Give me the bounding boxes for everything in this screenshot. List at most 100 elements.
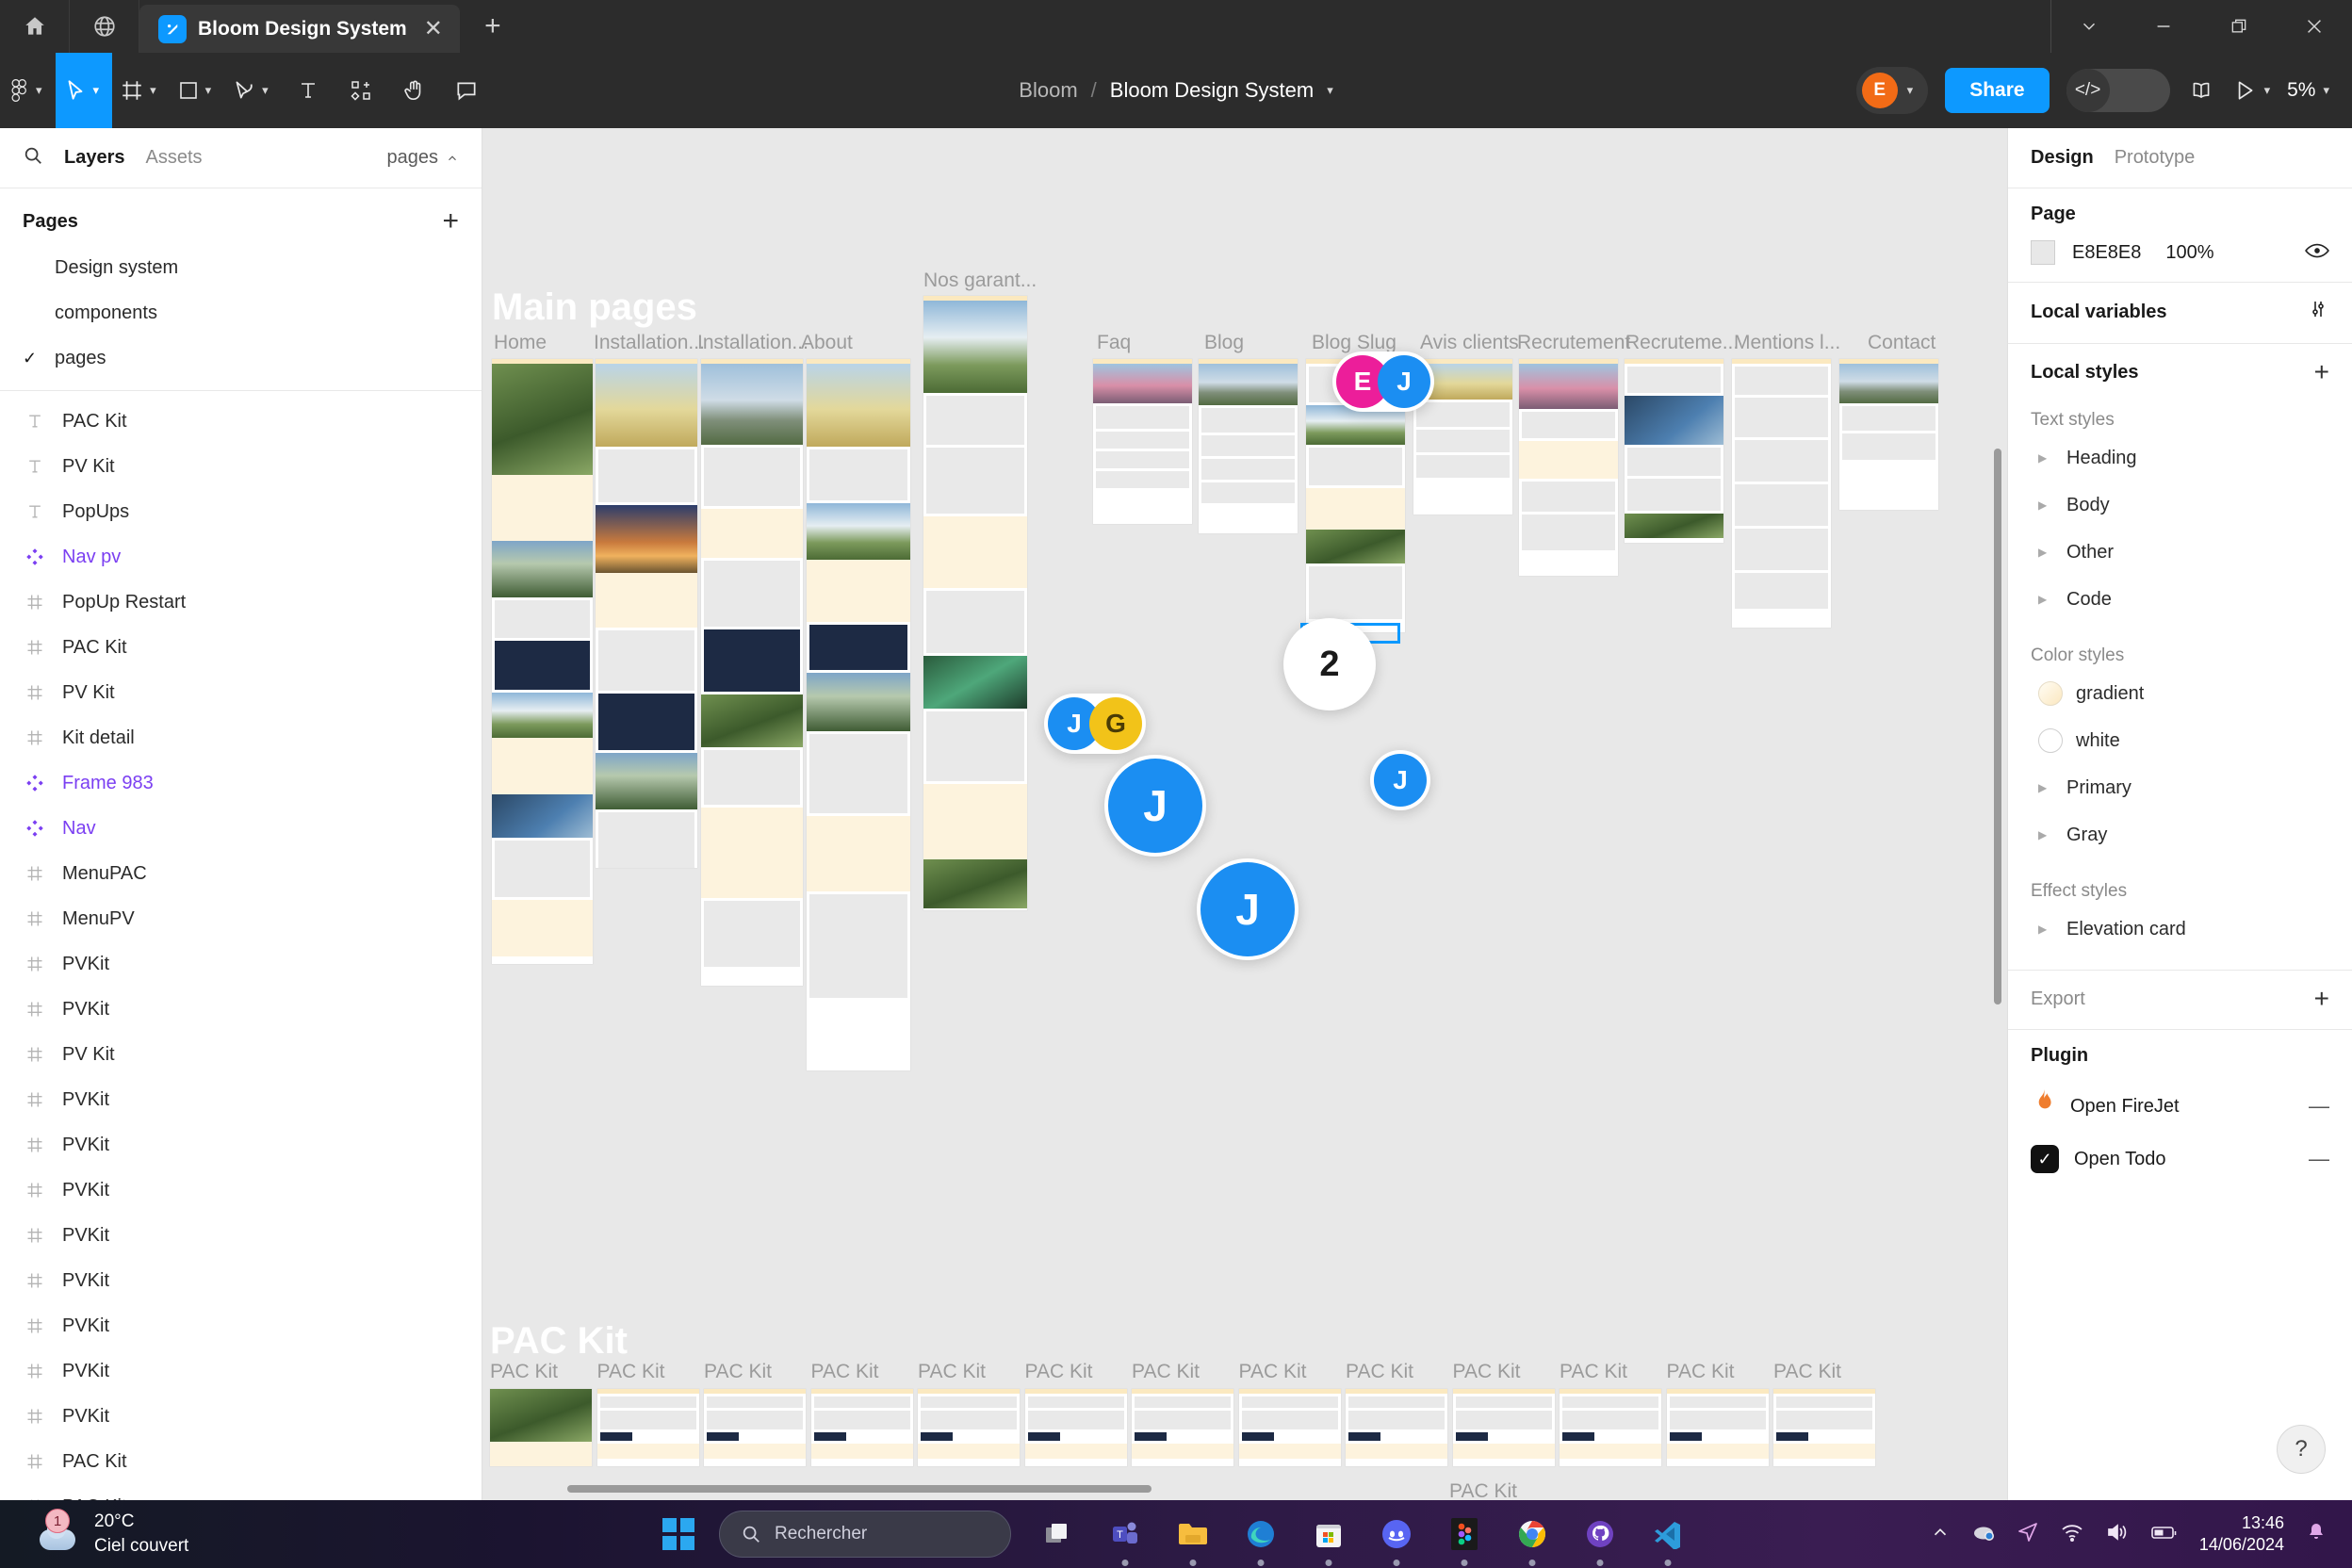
taskbar-clock[interactable]: 13:46 14/06/2024 [2199, 1512, 2284, 1557]
frame-label-pac-kit[interactable]: PAC Kit [1346, 1361, 1413, 1383]
layer-row[interactable]: PVKit [0, 1168, 482, 1213]
location-icon[interactable] [2017, 1521, 2039, 1548]
frame-label-recrutement-2[interactable]: Recruteme... [1625, 332, 1739, 354]
frame-thumbnail-pac-kit[interactable] [1024, 1389, 1127, 1466]
pen-tool[interactable]: ▾ [224, 53, 282, 128]
frame-thumbnail-nos-garanties[interactable] [923, 296, 1027, 910]
chevron-right-icon[interactable]: ▶ [2038, 546, 2053, 559]
horizontal-scrollbar[interactable] [567, 1485, 1152, 1493]
frame-thumbnail-faq[interactable] [1093, 359, 1192, 524]
frame-label-pac-extra-1[interactable]: PAC Kit [1449, 1480, 1517, 1500]
layer-row[interactable]: MenuPAC [0, 851, 482, 896]
maximize-icon[interactable] [2201, 0, 2277, 53]
task-view-icon[interactable] [1036, 1512, 1079, 1556]
onedrive-icon[interactable] [1971, 1522, 1996, 1547]
layer-row[interactable]: PVKit [0, 1077, 482, 1122]
chrome-icon[interactable] [1511, 1512, 1554, 1566]
layer-row[interactable]: PVKit [0, 941, 482, 987]
frame-thumbnail-about[interactable] [807, 359, 910, 1070]
frame-thumbnail-contact[interactable] [1839, 359, 1938, 510]
text-style-row[interactable]: ▶ Code [2031, 576, 2329, 623]
layer-row[interactable]: PVKit [0, 1303, 482, 1348]
start-button[interactable] [662, 1518, 694, 1550]
frame-label-pac-kit[interactable]: PAC Kit [1453, 1361, 1521, 1383]
section-title-pac-kit[interactable]: PAC Kit [490, 1320, 628, 1363]
layer-row[interactable]: Nav pv [0, 534, 482, 580]
add-style-button[interactable]: + [2314, 359, 2329, 385]
chevron-down-icon[interactable]: ▾ [1327, 83, 1333, 98]
explorer-icon[interactable] [1171, 1512, 1215, 1566]
move-tool[interactable]: ▾ [55, 53, 113, 128]
color-swatch[interactable] [2031, 240, 2055, 265]
add-export-button[interactable]: + [2314, 986, 2329, 1012]
color-swatch-white[interactable] [2038, 728, 2063, 753]
text-tool[interactable] [282, 53, 335, 128]
teams-icon[interactable]: T [1103, 1512, 1147, 1566]
chevron-right-icon[interactable]: ▶ [2038, 781, 2053, 794]
layer-row[interactable]: PVKit [0, 1213, 482, 1258]
text-style-row[interactable]: ▶ Body [2031, 482, 2329, 529]
frame-label-pac-kit[interactable]: PAC Kit [490, 1361, 558, 1383]
color-swatch-gradient[interactable] [2038, 681, 2063, 706]
minimize-icon[interactable] [2126, 0, 2201, 53]
frame-thumbnail-pac-kit[interactable] [596, 1389, 699, 1466]
sliders-icon[interactable] [2307, 298, 2329, 326]
globe-icon[interactable] [70, 0, 139, 53]
color-style-row[interactable]: gradient [2031, 670, 2329, 717]
frame-label-pac-kit[interactable]: PAC Kit [704, 1361, 772, 1383]
vertical-scrollbar[interactable] [1994, 449, 2001, 1004]
frame-thumbnail-pac-kit[interactable] [1452, 1389, 1555, 1466]
plugin-action-icon[interactable]: — [2309, 1147, 2329, 1171]
layer-row[interactable]: PAC Kit [0, 1484, 482, 1500]
layer-row[interactable]: PopUps [0, 489, 482, 534]
chevron-right-icon[interactable]: ▶ [2038, 451, 2053, 465]
frame-label-pac-kit[interactable]: PAC Kit [1773, 1361, 1841, 1383]
help-button[interactable]: ? [2277, 1425, 2326, 1474]
fill-hex-value[interactable]: E8E8E8 [2072, 242, 2141, 264]
layer-row[interactable]: PV Kit [0, 444, 482, 489]
local-variables-section[interactable]: Local variables [2008, 283, 2352, 344]
collaborators-menu[interactable]: E ▾ [1855, 67, 1929, 114]
layer-row[interactable]: Frame 983 [0, 760, 482, 806]
plugin-action-icon[interactable]: — [2309, 1094, 2329, 1119]
frame-label-pac-kit[interactable]: PAC Kit [1025, 1361, 1093, 1383]
layer-row[interactable]: Kit detail [0, 715, 482, 760]
battery-icon[interactable] [2150, 1523, 2179, 1546]
layer-list[interactable]: PAC Kit PV Kit PopUps Nav pv PopUp Restart PA… [0, 391, 482, 1500]
frame-thumbnail-pac-kit[interactable] [1773, 1389, 1875, 1466]
zoom-control[interactable]: 5% ▾ [2287, 79, 2329, 102]
browser-tab-bloom-design-system[interactable]: Bloom Design System ✕ [139, 5, 460, 53]
frame-label-about[interactable]: About [801, 332, 853, 354]
fill-opacity-value[interactable]: 100% [2165, 242, 2213, 264]
frame-thumbnail-pac-kit[interactable] [1238, 1389, 1341, 1466]
comment-tool[interactable] [440, 53, 493, 128]
tab-layers[interactable]: Layers [64, 147, 125, 169]
frame-label-pac-kit[interactable]: PAC Kit [1560, 1361, 1627, 1383]
frame-label-nos-garanties[interactable]: Nos garant... [923, 270, 1037, 292]
shape-tool[interactable]: ▾ [170, 53, 225, 128]
chevron-right-icon[interactable]: ▶ [2038, 923, 2053, 936]
frame-thumbnail-pac-kit[interactable] [1560, 1389, 1661, 1466]
create-component-tool[interactable] [335, 53, 387, 128]
text-style-row[interactable]: ▶ Heading [2031, 434, 2329, 482]
frame-thumbnail-installation-1[interactable] [596, 359, 697, 868]
frame-thumbnail-recrutement[interactable] [1519, 359, 1618, 576]
page-item-components[interactable]: components [0, 290, 482, 335]
frame-label-blog[interactable]: Blog [1204, 332, 1244, 354]
color-style-row[interactable]: ▶ Primary [2031, 764, 2329, 811]
frame-tool[interactable]: ▾ [112, 53, 170, 128]
breadcrumb-file[interactable]: Bloom Design System [1110, 78, 1314, 103]
frame-label-installation-2[interactable]: Installation... [697, 332, 808, 354]
layer-row[interactable]: PAC Kit [0, 399, 482, 444]
frame-thumbnail-recrutement-2[interactable] [1625, 359, 1723, 543]
close-icon[interactable]: ✕ [424, 17, 443, 41]
frame-label-mentions-legales[interactable]: Mentions l... [1734, 332, 1840, 354]
chevron-down-icon[interactable] [2050, 0, 2126, 53]
frame-thumbnail-home[interactable] [492, 359, 593, 964]
breadcrumb-project[interactable]: Bloom [1019, 78, 1077, 103]
home-icon[interactable] [0, 0, 70, 53]
color-style-row[interactable]: ▶ Gray [2031, 811, 2329, 858]
layer-row[interactable]: PVKit [0, 1348, 482, 1394]
github-icon[interactable] [1578, 1512, 1622, 1566]
frame-label-pac-kit[interactable]: PAC Kit [1667, 1361, 1735, 1383]
